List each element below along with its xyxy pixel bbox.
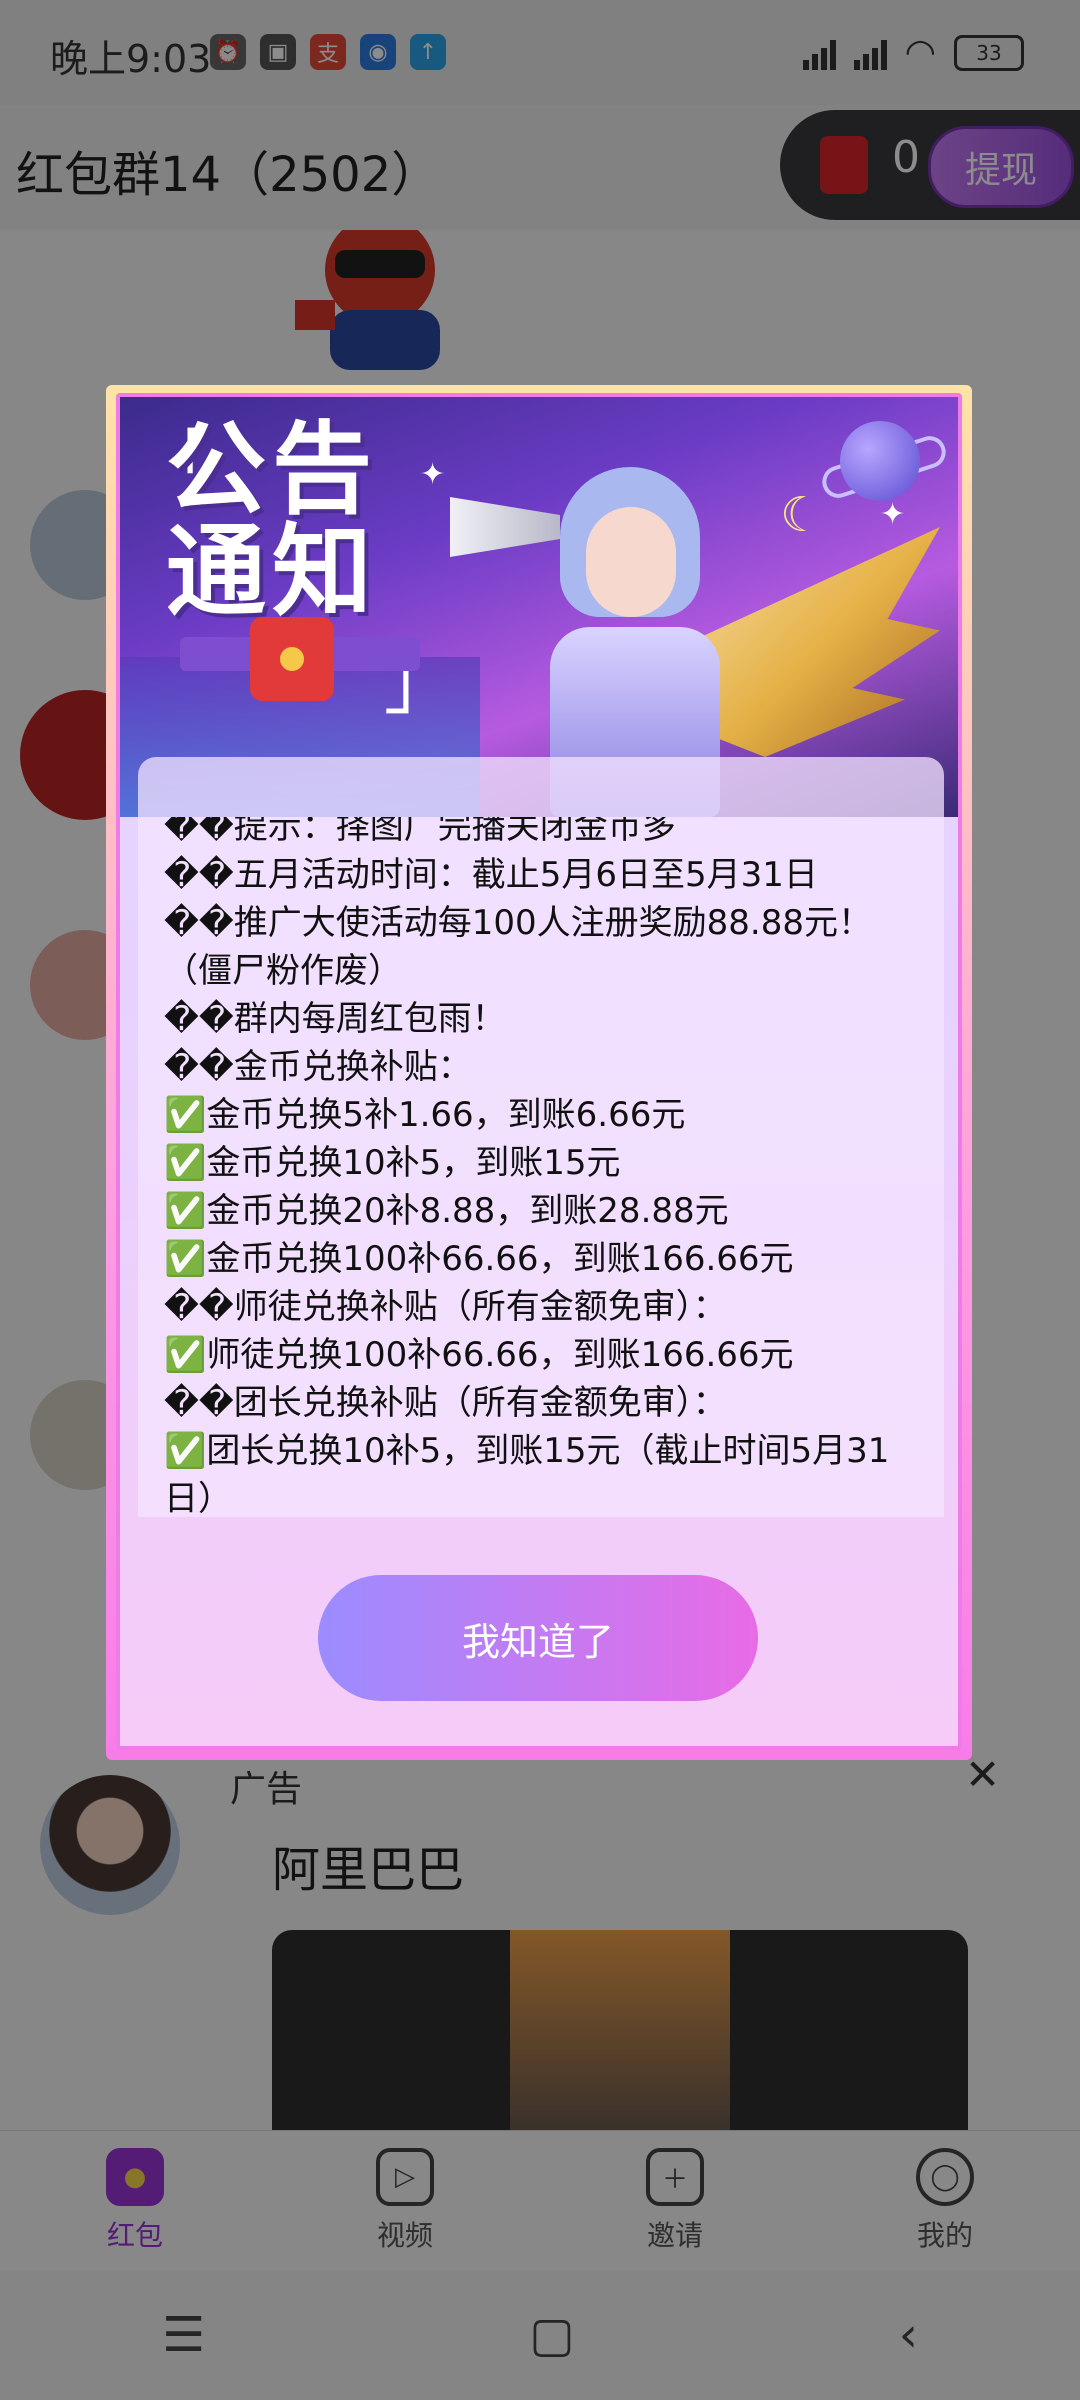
notice-text: ��提示：择图广完播关闭金币多 ��五月活动时间：截止5月6日至5月31日 ��推广… <box>164 817 924 1517</box>
status-system-icons: ◠ 33 <box>802 32 1024 73</box>
invite-icon: ＋ <box>646 2148 704 2206</box>
announcement-dialog: 「 公告 通知 」 ☾ ✦ ✦ ��提示：择图广完播关闭金币多 ��五月活动时间： <box>106 385 972 1760</box>
notice-line: ✅团长兑换10补5，到账15元（截止时间5月31日） <box>164 1431 890 1517</box>
announcement-banner: 「 公告 通知 」 ☾ ✦ ✦ <box>120 397 958 817</box>
menu-icon[interactable]: ☰ <box>162 2307 205 2363</box>
status-time: 晚上9:03 <box>50 37 212 81</box>
wallet-pill[interactable]: 0 提现 <box>780 110 1080 220</box>
video-icon: ▷ <box>376 2148 434 2206</box>
signal-icon-2 <box>853 36 887 70</box>
alarm-icon: ⏰ <box>210 34 246 70</box>
notice-line: ✅金币兑换100补66.66，到账166.66元 <box>164 1239 794 1279</box>
notice-line: ��群内每周红包雨！ <box>164 999 506 1039</box>
notice-line: ��金币兑换补贴： <box>164 1047 472 1087</box>
page-title: 红包群14（2502） <box>16 147 440 203</box>
nav-item-video[interactable]: ▷ 视频 <box>270 2131 540 2271</box>
notice-line: ✅金币兑换5补1.66，到账6.66元 <box>164 1095 686 1135</box>
acknowledge-button[interactable]: 我知道了 <box>318 1575 758 1701</box>
status-notification-icons: ⏰ ▣ 支 ◉ ↑ <box>210 34 446 70</box>
dialog-body: 「 公告 通知 」 ☾ ✦ ✦ ��提示：择图广完播关闭金币多 ��五月活动时间： <box>116 393 962 1750</box>
red-packet-icon: ● <box>106 2148 164 2206</box>
status-bar: 晚上9:03 ⏰ ▣ 支 ◉ ↑ ◠ 33 <box>0 0 1080 105</box>
notice-line: ✅金币兑换20补8.88，到账28.88元 <box>164 1191 729 1231</box>
notice-line: ��五月活动时间：截止5月6日至5月31日 <box>164 855 818 895</box>
notice-line: ✅师徒兑换100补66.66，到账166.66元 <box>164 1335 794 1375</box>
profile-icon: ◯ <box>916 2148 974 2206</box>
notice-line: ✅金币兑换10补5，到账15元 <box>164 1143 621 1183</box>
notice-line: ��推广大使活动每100人注册奖励88.88元！（僵尸粉作废） <box>164 903 872 991</box>
wifi-icon: ◠ <box>904 32 936 73</box>
signal-icon <box>802 36 836 70</box>
bottom-nav: ● 红包 ▷ 视频 ＋ 邀请 ◯ 我的 <box>0 2130 1080 2271</box>
nav-item-invite[interactable]: ＋ 邀请 <box>540 2131 810 2271</box>
battery-icon: 33 <box>954 34 1024 71</box>
ad-video-frame <box>510 1930 730 2130</box>
notice-line: ��师徒兑换补贴（所有金额免审）： <box>164 1287 727 1327</box>
red-packet-icon <box>250 617 334 701</box>
nfc-icon: ▣ <box>260 34 296 70</box>
nav-label: 我的 <box>916 2219 973 2252</box>
ad-video-thumbnail[interactable] <box>272 1930 968 2130</box>
ad-label: 广告 <box>230 1769 303 1810</box>
nav-label: 邀请 <box>646 2219 703 2252</box>
megaphone-icon <box>450 497 560 557</box>
avatar[interactable] <box>40 1775 180 1915</box>
star-icon: ✦ <box>420 457 446 492</box>
home-icon[interactable]: ▢ <box>529 2307 574 2363</box>
system-nav-bar: ☰ ▢ ‹ <box>0 2270 1080 2400</box>
wallet-amount: 0 <box>892 132 920 183</box>
notice-scroll-area[interactable]: ��提示：择图广完播关闭金币多 ��五月活动时间：截止5月6日至5月31日 ��推广… <box>164 817 924 1517</box>
broadcast-icon: ◉ <box>360 34 396 70</box>
star-icon: ✦ <box>880 497 906 532</box>
red-packet-icon <box>820 136 868 194</box>
nav-item-profile[interactable]: ◯ 我的 <box>810 2131 1080 2271</box>
banner-title: 公告 通知 <box>166 411 378 630</box>
withdraw-button[interactable]: 提现 <box>928 126 1074 208</box>
notice-line: ��团长兑换补贴（所有金额免审）： <box>164 1383 727 1423</box>
alipay-icon: 支 <box>310 34 346 70</box>
back-icon[interactable]: ‹ <box>899 2307 918 2363</box>
nav-label: 视频 <box>376 2219 433 2252</box>
upload-icon: ↑ <box>410 34 446 70</box>
sticker-image <box>295 230 440 370</box>
notice-line: ��提示：择图广完播关闭金币多 <box>164 817 676 847</box>
nav-item-redpacket[interactable]: ● 红包 <box>0 2131 270 2271</box>
ad-title[interactable]: 阿里巴巴 <box>272 1830 464 1900</box>
nav-label: 红包 <box>106 2219 163 2252</box>
planet-icon <box>840 421 920 501</box>
